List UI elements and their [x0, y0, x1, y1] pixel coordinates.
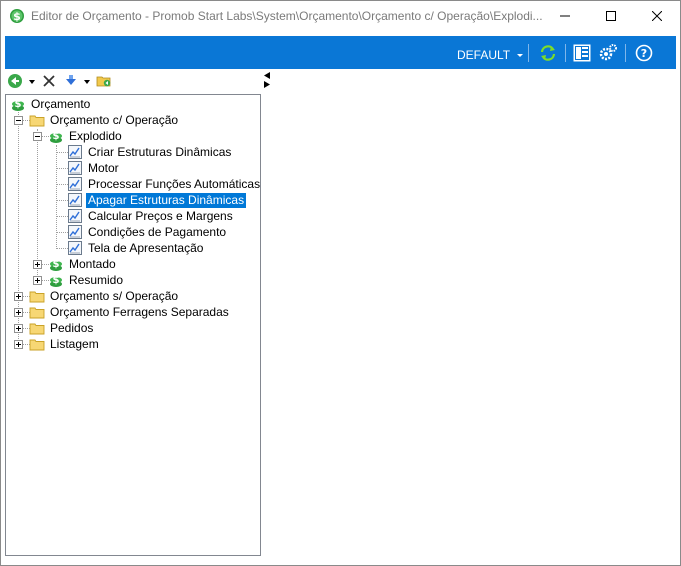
tree-node-pedidos[interactable]: Pedidos [29, 320, 95, 336]
tree-node-calcular-precos[interactable]: Calcular Preços e Margens [67, 208, 235, 224]
tree-expand-toggle[interactable] [14, 324, 23, 333]
tree-node-label: Listagem [50, 336, 99, 351]
tree-node-label: Orçamento Ferragens Separadas [50, 304, 229, 319]
move-down-icon[interactable] [63, 73, 79, 89]
tree-guide-line [56, 145, 57, 249]
tree-node-label-selected: Apagar Estruturas Dinâmicas [86, 192, 247, 208]
tree-node-motor[interactable]: Motor [67, 160, 121, 176]
tree-expand-toggle[interactable] [14, 340, 23, 349]
tree-node-sem-operacao[interactable]: Orçamento s/ Operação [29, 288, 180, 304]
tree-node-label: Motor [88, 160, 119, 175]
tree-node-apagar-estruturas[interactable]: Apagar Estruturas Dinâmicas [67, 192, 247, 208]
folder-icon [29, 115, 45, 127]
budget-editor-window: $ Editor de Orçamento - Promob Start Lab… [0, 0, 681, 566]
tree-node-label: Orçamento s/ Operação [50, 288, 179, 303]
delete-x-icon[interactable] [41, 73, 57, 89]
svg-text:$: $ [13, 10, 21, 23]
tree-node-label: Condições de Pagamento [88, 224, 227, 239]
folder-icon [29, 307, 45, 319]
tree-guide-line [37, 129, 38, 281]
tree-node-montado[interactable]: $ Montado [48, 256, 118, 272]
tree-node-label: Pedidos [50, 320, 94, 335]
tree-node-label: Criar Estruturas Dinâmicas [88, 144, 232, 159]
tree-node-processar-funcoes[interactable]: Processar Funções Automáticas [67, 176, 261, 192]
folder-icon [29, 323, 45, 335]
tree-node-label: Calcular Preços e Margens [88, 208, 233, 223]
budget-tree-view[interactable]: $ Orçamento Orçamento c/ Operação $ Expl… [5, 94, 261, 556]
tree-node-label: Montado [69, 256, 116, 271]
tree-expand-toggle[interactable] [14, 292, 23, 301]
script-document-icon [68, 193, 82, 207]
tree-node-label: Explodido [69, 128, 122, 143]
tree-node-label: Orçamento c/ Operação [50, 112, 179, 127]
tree-expand-toggle[interactable] [33, 260, 42, 269]
profile-dropdown-label: DEFAULT [457, 48, 510, 62]
tree-collapse-toggle[interactable] [33, 132, 42, 141]
chevron-down-icon [517, 53, 524, 57]
panel-collapse-arrows-icon[interactable] [263, 72, 271, 88]
dollar-stack-icon: $ [50, 259, 62, 271]
dollar-stack-icon: $ [50, 131, 62, 143]
script-document-icon [68, 209, 82, 223]
script-document-icon [68, 225, 82, 239]
help-icon[interactable]: ? [635, 44, 653, 62]
back-arrow-icon[interactable] [7, 73, 23, 89]
svg-text:$: $ [53, 259, 60, 270]
svg-text:?: ? [641, 47, 647, 60]
tree-node-com-operacao[interactable]: Orçamento c/ Operação [29, 112, 180, 128]
app-dollar-icon: $ [10, 9, 24, 23]
ribbon-bar: DEFAULT ? [5, 36, 676, 69]
folder-icon [29, 291, 45, 303]
tree-node-label: Resumido [69, 272, 124, 287]
tree-toolbar [5, 71, 261, 93]
ribbon-separator [565, 44, 566, 62]
script-document-icon [68, 161, 82, 175]
tree-expand-toggle[interactable] [14, 308, 23, 317]
tree-node-label: Processar Funções Automáticas [88, 176, 261, 191]
minimize-icon [560, 15, 570, 17]
editor-content-area [271, 71, 676, 555]
svg-text:$: $ [53, 275, 60, 286]
open-folder-icon[interactable] [96, 73, 112, 89]
tree-node-label: Tela de Apresentação [88, 240, 204, 255]
tree-node-condicoes-pagamento[interactable]: Condições de Pagamento [67, 224, 228, 240]
ribbon-separator [625, 44, 626, 62]
gear-icon[interactable] [599, 44, 617, 62]
script-document-icon [68, 177, 82, 191]
window-title: Editor de Orçamento - Promob Start Labs\… [31, 9, 543, 23]
minimize-button[interactable] [542, 1, 588, 31]
panel-layout-icon[interactable] [573, 44, 591, 62]
dollar-stack-icon: $ [50, 275, 62, 287]
tree-node-tela-apresentacao[interactable]: Tela de Apresentação [67, 240, 205, 256]
refresh-icon[interactable] [539, 44, 557, 62]
ribbon-separator [528, 44, 529, 62]
tree-node-listagem[interactable]: Listagem [29, 336, 101, 352]
close-icon [652, 11, 662, 21]
dollar-stack-icon: $ [12, 99, 24, 111]
tree-node-orcamento[interactable]: $ Orçamento [10, 96, 92, 112]
tree-node-resumido[interactable]: $ Resumido [48, 272, 125, 288]
move-dropdown-chevron-icon[interactable] [84, 80, 90, 84]
folder-icon [29, 339, 45, 351]
tree-node-criar-estruturas[interactable]: Criar Estruturas Dinâmicas [67, 144, 233, 160]
svg-text:$: $ [15, 99, 22, 110]
tree-collapse-toggle[interactable] [14, 116, 23, 125]
tree-node-label: Orçamento [31, 96, 91, 111]
tree-node-ferragens-separadas[interactable]: Orçamento Ferragens Separadas [29, 304, 231, 320]
back-dropdown-chevron-icon[interactable] [29, 80, 35, 84]
tree-node-explodido[interactable]: $ Explodido [48, 128, 124, 144]
script-document-icon [68, 241, 82, 255]
script-document-icon [68, 145, 82, 159]
svg-text:$: $ [53, 131, 60, 142]
close-button[interactable] [634, 1, 680, 31]
profile-dropdown[interactable]: DEFAULT [457, 48, 524, 62]
title-bar[interactable]: $ Editor de Orçamento - Promob Start Lab… [1, 1, 680, 32]
maximize-button[interactable] [588, 1, 634, 31]
tree-expand-toggle[interactable] [33, 276, 42, 285]
maximize-icon [606, 11, 616, 21]
